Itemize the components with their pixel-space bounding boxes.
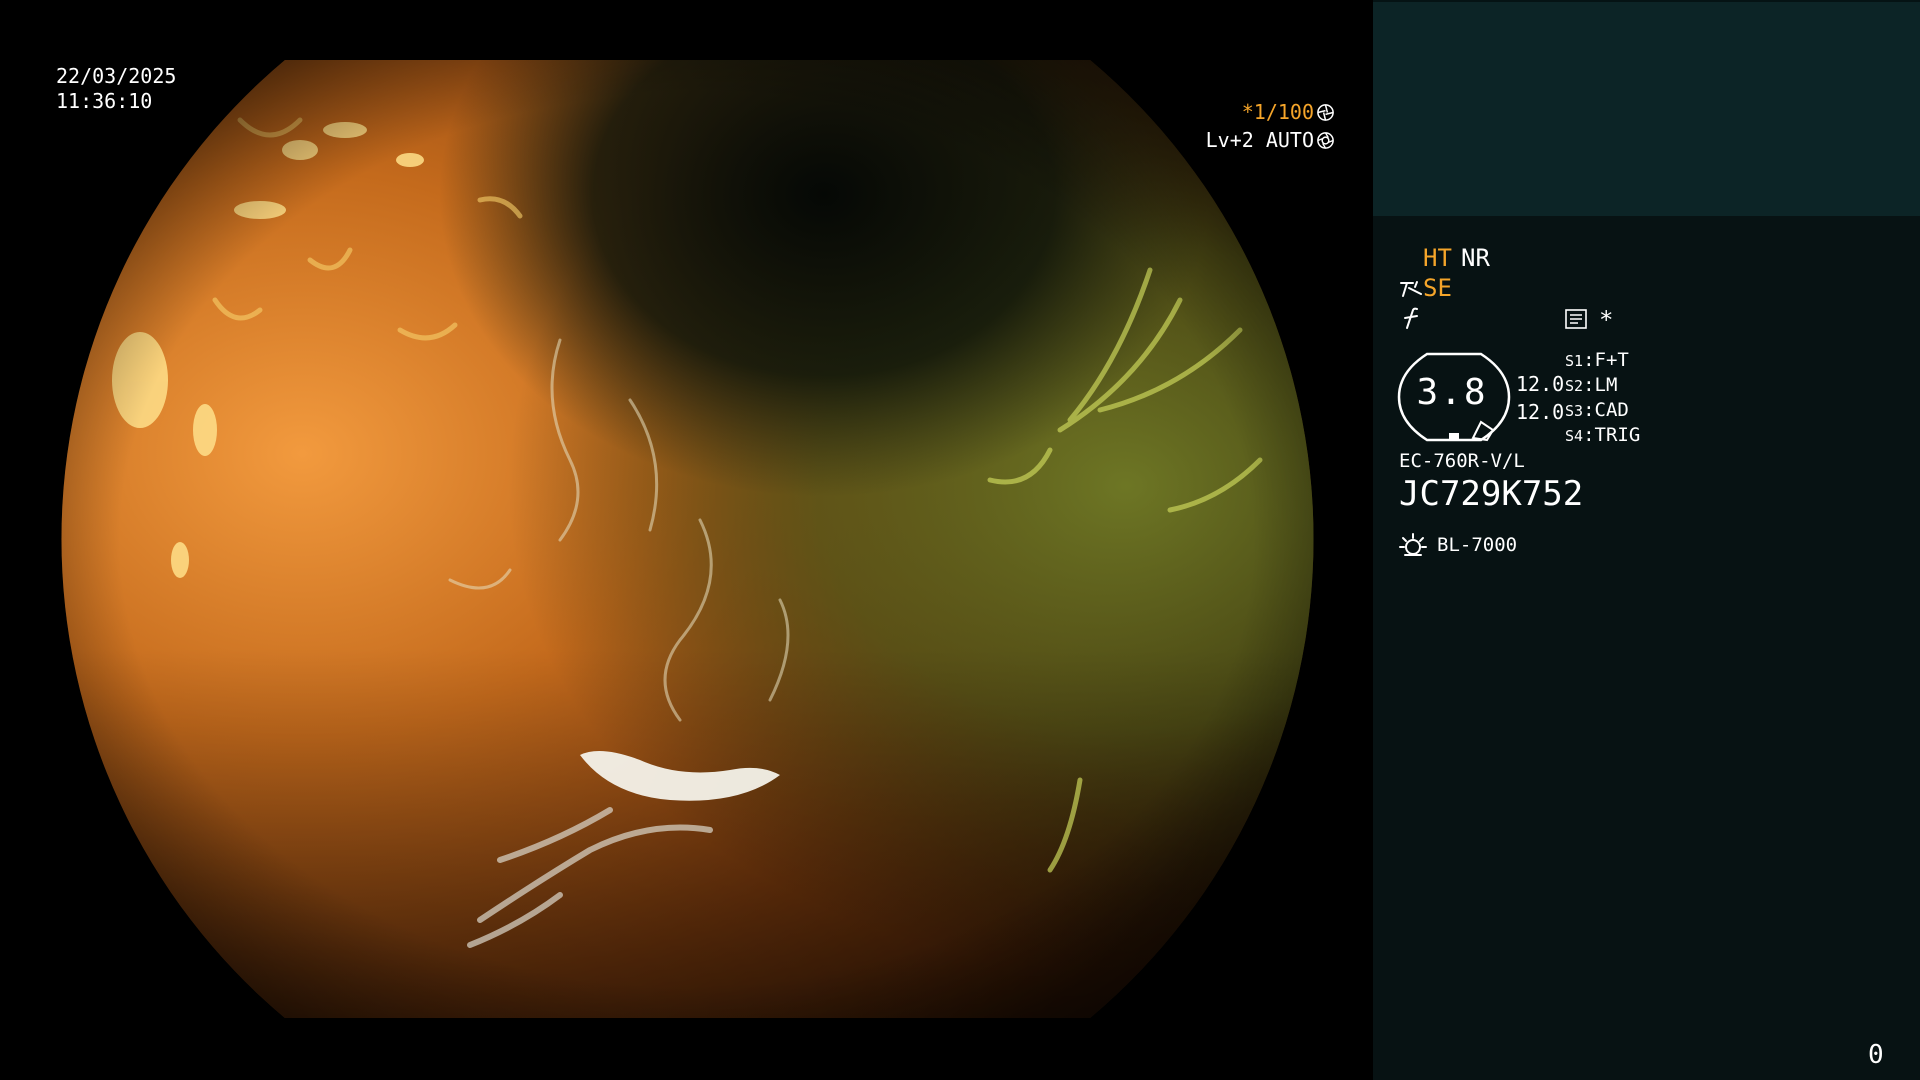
switch-s1: S1:F+T xyxy=(1565,349,1629,371)
level-row: Lv+2 AUTO xyxy=(1206,126,1335,154)
switch-key: S2 xyxy=(1565,377,1584,395)
info-panel: HT NR SE * 3.8 12.0 12.0 S1:F+T S2:LM S3… xyxy=(1373,0,1920,1080)
date-text: 22/03/2025 xyxy=(56,64,177,88)
scope-serial-number: JC729K752 xyxy=(1399,474,1584,514)
star-indicator: * xyxy=(1599,306,1614,334)
nr-indicator: NR xyxy=(1461,244,1490,272)
time-text: 11:36:10 xyxy=(56,89,153,113)
f-icon xyxy=(1404,307,1418,329)
switch-s3: S3:CAD xyxy=(1565,399,1629,421)
switch-value: TRIG xyxy=(1594,424,1641,446)
switch-key: S4 xyxy=(1565,427,1584,445)
zoom-value: 3.8 xyxy=(1416,372,1488,413)
panel-header-area xyxy=(1373,2,1920,216)
shutter-row: *1/100 xyxy=(1206,98,1335,126)
scope-model: EC-760R-V/L xyxy=(1399,450,1525,472)
switch-key: S3 xyxy=(1565,402,1584,420)
memo-icon xyxy=(1565,309,1587,329)
endoscopic-image xyxy=(61,60,1314,1018)
panel-body xyxy=(1373,216,1920,1080)
iris-mode: AUTO xyxy=(1265,128,1314,152)
shutter-speed: *1/100 xyxy=(1241,100,1314,124)
switch-value: F+T xyxy=(1594,349,1629,371)
endoscope-view: 22/03/2025 11:36:10 *1/100 Lv+2 AUTO xyxy=(0,0,1373,1080)
se-indicator: SE xyxy=(1423,274,1452,302)
switch-s2: S2:LM xyxy=(1565,374,1618,396)
light-source-model: BL-7000 xyxy=(1437,534,1518,556)
date-time-overlay: 22/03/2025 11:36:10 xyxy=(56,64,176,114)
light-level: Lv+2 xyxy=(1205,128,1254,152)
light-source-icon xyxy=(1399,533,1427,556)
stat-value-b: 12.0 xyxy=(1516,400,1565,424)
exposure-overlay: *1/100 Lv+2 AUTO xyxy=(1206,98,1335,154)
frame-counter: 0 xyxy=(1868,1040,1884,1070)
ht-indicator: HT xyxy=(1423,244,1452,272)
endoscopy-monitor: 22/03/2025 11:36:10 *1/100 Lv+2 AUTO HT … xyxy=(0,0,1920,1080)
se-icon xyxy=(1400,281,1422,297)
iris-icon xyxy=(1317,132,1334,149)
switch-value: LM xyxy=(1594,374,1618,396)
switch-value: CAD xyxy=(1594,399,1629,421)
switch-key: S1 xyxy=(1565,352,1584,370)
shutter-icon xyxy=(1317,104,1334,121)
switch-s4: S4:TRIG xyxy=(1565,424,1641,446)
stat-value-a: 12.0 xyxy=(1516,372,1565,396)
